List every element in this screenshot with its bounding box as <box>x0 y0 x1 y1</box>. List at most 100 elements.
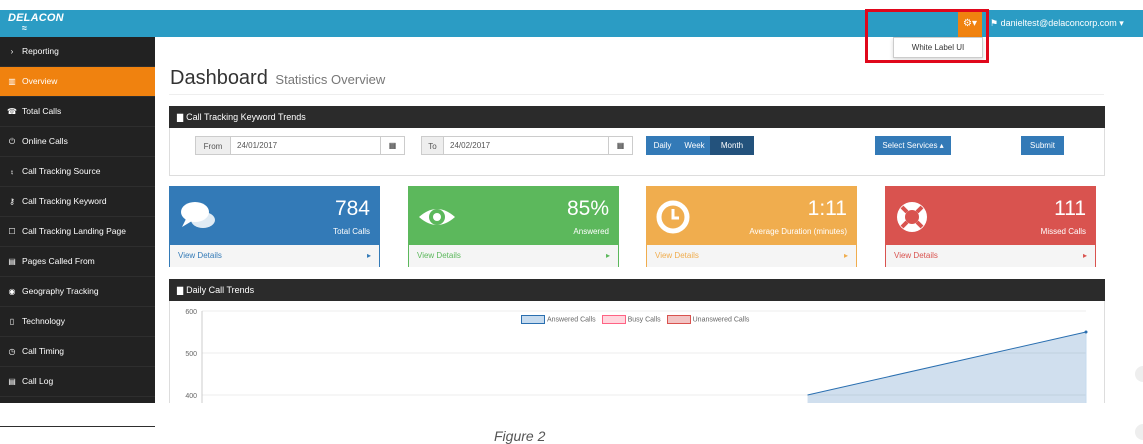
bar-chart-icon: ▇ <box>177 113 184 122</box>
sidebar-item-call-log[interactable]: ▤ Call Log <box>0 367 155 397</box>
y-tick-label: 500 <box>185 351 197 358</box>
divider <box>169 94 1104 95</box>
sidebar-item-label: Call Timing <box>22 346 65 356</box>
sidebar-item-call-tracking-keyword[interactable]: ⚷ Call Tracking Keyword <box>0 187 155 217</box>
view-details-link[interactable]: View Details ▸ <box>409 245 618 267</box>
y-tick-label: 400 <box>185 393 197 400</box>
power-icon: ⏻ <box>8 137 16 146</box>
stat-card-total-calls: 784 Total Calls View Details ▸ <box>169 186 380 267</box>
key-icon: ⚷ <box>9 197 15 206</box>
life-ring-icon <box>897 202 927 232</box>
view-details-text: View Details <box>178 251 222 260</box>
sidebar-item-label: Call Tracking Source <box>22 166 101 176</box>
arrow-circle-right-icon: ▸ <box>605 251 610 260</box>
sidebar-item-adwords-report[interactable]: ▤ Adwords Report <box>0 397 155 427</box>
signal-icon: ≈ <box>22 23 28 33</box>
stat-value: 85% <box>566 197 609 220</box>
from-date-input[interactable]: 24/01/2017 <box>230 136 381 155</box>
sidebar-item-online-calls[interactable]: ⏻ Online Calls <box>0 127 155 157</box>
keyword-trends-panel-body: From 24/01/2017 ▦ To 24/02/2017 ▦ Daily … <box>169 128 1105 176</box>
stat-label: Total Calls <box>333 227 370 236</box>
calendar-icon: ▦ <box>388 141 397 150</box>
sidebar-item-label: Overview <box>22 76 58 86</box>
calendar-icon: ▦ <box>616 141 625 150</box>
range-week-button[interactable]: Week <box>679 136 710 155</box>
clock-icon: ◷ <box>8 347 16 356</box>
user-menu[interactable]: ⚑ danieltest@delaconcorp.com ▾ <box>990 10 1124 37</box>
list-icon: ▤ <box>8 257 16 266</box>
sidebar-item-label: Online Calls <box>22 136 68 146</box>
list-icon: ▤ <box>8 377 16 386</box>
main-content: Dashboard Statistics Overview ▇ Call Trac… <box>155 37 1143 403</box>
y-tick-label: 600 <box>185 309 197 316</box>
answered-calls-point[interactable] <box>1084 330 1088 334</box>
sidebar-item-label: Call Log <box>22 376 54 386</box>
sidebar-item-label: Call Tracking Keyword <box>22 196 107 206</box>
sidebar-item-total-calls[interactable]: ☎ Total Calls <box>0 97 155 127</box>
stat-value: 784 <box>334 197 370 220</box>
globe-icon: ◉ <box>8 287 16 296</box>
file-icon: ☐ <box>8 227 16 236</box>
to-label: To <box>421 136 444 155</box>
sidebar-item-pages-called-from[interactable]: ▤ Pages Called From <box>0 247 155 277</box>
to-date-input[interactable]: 24/02/2017 <box>443 136 609 155</box>
sidebar-item-label: Reporting <box>22 46 59 56</box>
chevron-right-icon: › <box>10 47 14 56</box>
list-icon: ▤ <box>8 407 16 416</box>
arrow-circle-right-icon: ▸ <box>1082 251 1087 260</box>
stat-value: 1:11 <box>807 197 847 220</box>
to-calendar-button[interactable]: ▦ <box>608 136 633 155</box>
page-title-text: Dashboard <box>170 67 268 89</box>
view-details-link[interactable]: View Details ▸ <box>647 245 856 267</box>
stat-label: Average Duration (minutes) <box>749 227 847 236</box>
stat-card-answered: 85% Answered View Details ▸ <box>408 186 619 267</box>
sidebar-item-label: Geography Tracking <box>22 286 99 296</box>
sidebar-item-overview[interactable]: ▥ Overview <box>0 67 155 97</box>
keyword-trends-panel-header: ▇ Call Tracking Keyword Trends <box>169 106 1105 128</box>
eye-icon <box>419 209 455 225</box>
stat-card-average-duration: 1:11 Average Duration (minutes) View Det… <box>646 186 857 267</box>
stat-card-missed-calls: 111 Missed Calls View Details ▸ <box>885 186 1096 267</box>
clock-icon <box>656 200 690 234</box>
range-daily-button[interactable]: Daily <box>646 136 679 155</box>
arrow-circle-right-icon: ▸ <box>366 251 371 260</box>
legend-swatch-unanswered <box>666 315 691 324</box>
answered-calls-area <box>807 332 1086 403</box>
comments-icon <box>181 202 215 228</box>
range-month-button[interactable]: Month <box>710 136 754 155</box>
daily-trends-panel-header: ▇ Daily Call Trends <box>169 279 1105 301</box>
sidebar-item-reporting[interactable]: › Reporting <box>0 37 155 67</box>
view-details-link[interactable]: View Details ▸ <box>886 245 1095 267</box>
sidebar-item-geography-tracking[interactable]: ◉ Geography Tracking <box>0 277 155 307</box>
sidebar-item-label: Pages Called From <box>22 256 95 266</box>
view-details-text: View Details <box>655 251 699 260</box>
sidebar: › Reporting ▥ Overview ☎ Total Calls ⏻ Onlin… <box>0 37 155 427</box>
phone-icon: ☎ <box>7 107 17 116</box>
panel-title: Daily Call Trends <box>186 285 255 295</box>
page-title: Dashboard Statistics Overview <box>170 67 385 90</box>
legend-label: Unanswered Calls <box>692 316 750 324</box>
submit-button[interactable]: Submit <box>1021 136 1064 155</box>
select-services-button[interactable]: Select Services ▴ <box>875 136 951 155</box>
scroll-indicator[interactable] <box>1135 424 1143 440</box>
from-calendar-button[interactable]: ▦ <box>380 136 405 155</box>
from-label: From <box>195 136 231 155</box>
sidebar-item-technology[interactable]: ▯ Technology <box>0 307 155 337</box>
sidebar-item-label: Technology <box>22 316 66 326</box>
sidebar-item-call-tracking-landing-page[interactable]: ☐ Call Tracking Landing Page <box>0 217 155 247</box>
chart-legend: Answered Calls Busy Calls Unanswered Cal… <box>517 315 749 324</box>
view-details-link[interactable]: View Details ▸ <box>170 245 379 267</box>
sitemap-icon: ⨟ <box>10 167 14 176</box>
map-icon: ▥ <box>8 77 16 86</box>
sidebar-item-label: Adwords Report <box>22 406 83 416</box>
sidebar-item-call-timing[interactable]: ◷ Call Timing <box>0 337 155 367</box>
page-subtitle: Statistics Overview <box>275 72 386 87</box>
sidebar-item-label: Total Calls <box>22 106 62 116</box>
user-email: ⚑ danieltest@delaconcorp.com ▾ <box>990 18 1124 28</box>
delacon-logo[interactable]: DELACON ≈ <box>8 12 64 33</box>
sidebar-item-call-tracking-source[interactable]: ⨟ Call Tracking Source <box>0 157 155 187</box>
bar-chart-icon: ▇ <box>177 286 184 295</box>
panel-title: Call Tracking Keyword Trends <box>186 112 306 122</box>
sidebar-item-label: Call Tracking Landing Page <box>22 226 126 236</box>
legend-swatch-busy <box>601 315 626 324</box>
